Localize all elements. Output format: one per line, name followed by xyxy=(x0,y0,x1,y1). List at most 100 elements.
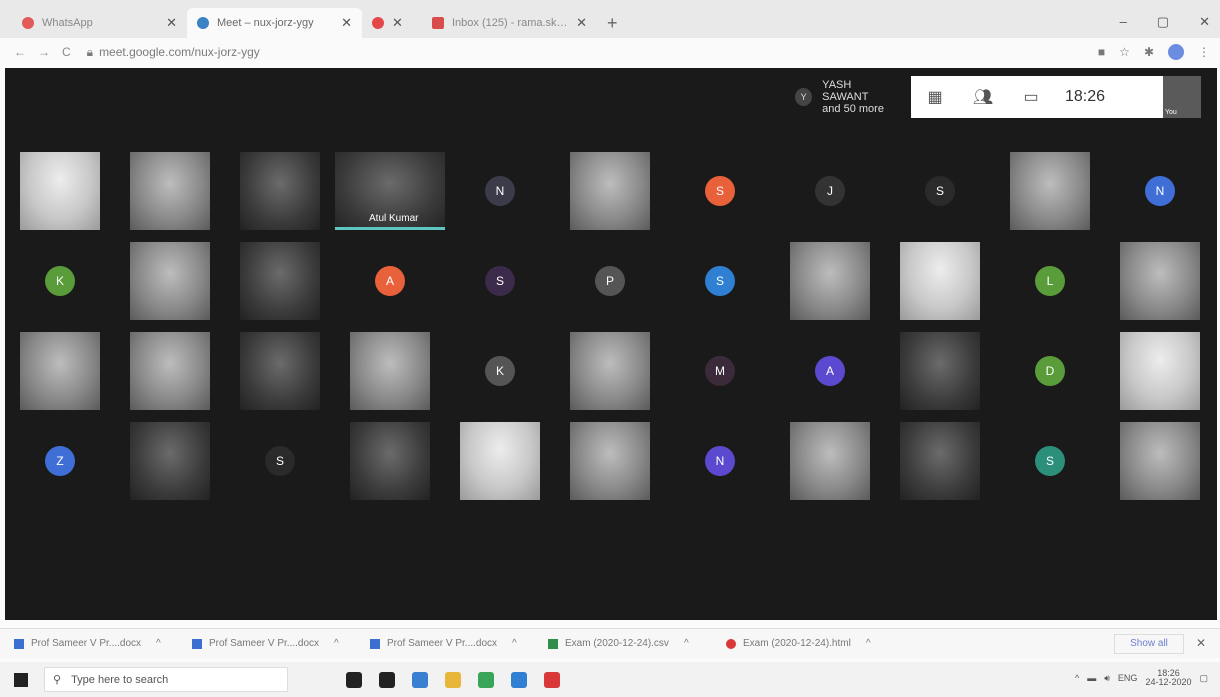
participant-video-tile[interactable] xyxy=(350,422,430,500)
menu-icon[interactable]: ⋮ xyxy=(1198,45,1210,59)
word-file-icon xyxy=(192,638,202,649)
language-indicator[interactable]: ENG xyxy=(1118,673,1138,683)
file-explorer-icon[interactable] xyxy=(445,671,461,688)
participant-video-tile[interactable]: Atul Kumar xyxy=(335,152,445,230)
new-tab-button[interactable]: + xyxy=(597,8,628,38)
windows-start-icon[interactable] xyxy=(14,672,28,687)
participant-video-tile[interactable] xyxy=(1120,422,1200,500)
participant-avatar-tile[interactable]: J xyxy=(815,176,845,206)
participant-video-tile[interactable] xyxy=(570,332,650,410)
close-icon[interactable]: ✕ xyxy=(341,15,352,31)
participant-video-tile[interactable] xyxy=(570,152,650,230)
close-shelf-button[interactable]: ✕ xyxy=(1196,636,1206,650)
store-icon[interactable] xyxy=(412,671,428,688)
download-item[interactable]: Prof Sameer V Pr....docx ^ xyxy=(370,638,548,649)
url-field[interactable]: 🔒︎ meet.google.com/nux-jorz-ygy xyxy=(87,45,260,60)
participant-video-tile[interactable] xyxy=(130,332,210,410)
chevron-up-icon[interactable]: ^ xyxy=(156,638,161,649)
self-view-tile[interactable]: You xyxy=(1163,76,1201,118)
participant-video-tile[interactable] xyxy=(130,422,210,500)
download-item[interactable]: Exam (2020-12-24).html ^ xyxy=(726,638,904,649)
tab-meet[interactable]: Meet – nux-jorz-ygy ✕ xyxy=(187,8,362,38)
participant-avatar-tile[interactable]: N xyxy=(705,446,735,476)
participant-video-tile[interactable] xyxy=(130,152,210,230)
participant-video-tile[interactable] xyxy=(1010,152,1090,230)
chevron-up-icon[interactable]: ^ xyxy=(866,638,871,649)
network-icon[interactable]: ▬ xyxy=(1087,673,1096,683)
chevron-up-icon[interactable]: ^ xyxy=(1075,673,1079,683)
participant-video-tile[interactable] xyxy=(20,152,100,230)
taskbar-search[interactable]: ⚲ Type here to search xyxy=(44,667,288,692)
participant-video-tile[interactable] xyxy=(350,332,430,410)
download-item[interactable]: Prof Sameer V Pr....docx ^ xyxy=(192,638,370,649)
participant-video-tile[interactable] xyxy=(240,242,320,320)
participant-avatar-tile[interactable]: S xyxy=(925,176,955,206)
chat-icon[interactable]: ▭ xyxy=(1007,87,1055,107)
bookmark-star-icon[interactable]: ☆ xyxy=(1119,45,1130,59)
datetime[interactable]: 18:26 24-12-2020 xyxy=(1145,669,1191,687)
tab-recording[interactable]: ✕ xyxy=(362,8,422,38)
participant-avatar-tile[interactable]: K xyxy=(45,266,75,296)
back-icon[interactable]: ← xyxy=(14,45,26,59)
camera-icon[interactable]: ■ xyxy=(1098,45,1105,59)
participant-video-tile[interactable] xyxy=(570,422,650,500)
download-item[interactable]: Prof Sameer V Pr....docx ^ xyxy=(14,638,192,649)
tab-gmail[interactable]: Inbox (125) - rama.skes@gmail.c ✕ xyxy=(422,8,597,38)
tiled-layout-icon[interactable]: ▦ xyxy=(911,87,959,107)
participant-avatar-tile[interactable]: S xyxy=(705,266,735,296)
close-icon[interactable]: ✕ xyxy=(392,15,403,31)
reload-icon[interactable]: C xyxy=(62,45,71,59)
chrome-icon[interactable] xyxy=(478,671,494,688)
participant-avatar-tile[interactable]: K xyxy=(485,356,515,386)
participant-avatar-tile[interactable]: D xyxy=(1035,356,1065,386)
chevron-up-icon[interactable]: ^ xyxy=(334,638,339,649)
close-icon[interactable]: ✕ xyxy=(166,15,177,31)
participant-video-tile[interactable] xyxy=(130,242,210,320)
extensions-icon[interactable]: ✱ xyxy=(1144,45,1154,59)
participant-video-tile[interactable] xyxy=(20,332,100,410)
close-icon[interactable]: ✕ xyxy=(576,15,587,31)
minimize-button[interactable]: – xyxy=(1120,14,1127,30)
participant-initial: A xyxy=(375,266,405,296)
volume-icon[interactable]: 🔊︎ xyxy=(1104,673,1110,684)
show-all-button[interactable]: Show all xyxy=(1114,634,1184,654)
participant-avatar-tile[interactable]: S xyxy=(485,266,515,296)
profile-avatar[interactable] xyxy=(1168,44,1184,60)
chevron-up-icon[interactable]: ^ xyxy=(512,638,517,649)
participant-video-tile[interactable] xyxy=(240,152,320,230)
participant-avatar-tile[interactable]: N xyxy=(1145,176,1175,206)
participant-video-tile[interactable] xyxy=(900,422,980,500)
chevron-up-icon[interactable]: ^ xyxy=(684,638,689,649)
download-item[interactable]: Exam (2020-12-24).csv ^ xyxy=(548,638,726,649)
tab-whatsapp[interactable]: WhatsApp ✕ xyxy=(12,8,187,38)
participant-avatar-tile[interactable]: L xyxy=(1035,266,1065,296)
participant-video-tile[interactable] xyxy=(900,332,980,410)
participant-video-tile[interactable] xyxy=(790,422,870,500)
forward-icon[interactable]: → xyxy=(38,45,50,59)
participant-avatar-tile[interactable]: A xyxy=(375,266,405,296)
outlook-icon[interactable] xyxy=(511,671,527,688)
participant-avatar-tile[interactable]: N xyxy=(485,176,515,206)
participant-video-tile[interactable] xyxy=(1120,242,1200,320)
participant-avatar-tile[interactable]: M xyxy=(705,356,735,386)
cortana-icon[interactable] xyxy=(346,671,362,688)
participant-avatar-tile[interactable]: S xyxy=(265,446,295,476)
task-view-icon[interactable] xyxy=(379,671,395,688)
notifications-icon[interactable]: ▢ xyxy=(1199,673,1208,684)
participants-icon[interactable]: 👥︎ xyxy=(959,87,1007,107)
opera-icon[interactable] xyxy=(544,671,560,688)
windows-taskbar: ⚲ Type here to search ^ ▬ 🔊︎ ENG 18:26 2… xyxy=(0,662,1220,697)
participant-avatar-tile[interactable]: Z xyxy=(45,446,75,476)
participant-avatar-tile[interactable]: P xyxy=(595,266,625,296)
maximize-button[interactable]: ▢ xyxy=(1157,14,1169,30)
presenter-avatar: Y xyxy=(795,88,813,106)
participant-avatar-tile[interactable]: A xyxy=(815,356,845,386)
participant-video-tile[interactable] xyxy=(1120,332,1200,410)
participant-video-tile[interactable] xyxy=(460,422,540,500)
participant-video-tile[interactable] xyxy=(240,332,320,410)
participant-avatar-tile[interactable]: S xyxy=(705,176,735,206)
participant-avatar-tile[interactable]: S xyxy=(1035,446,1065,476)
participant-video-tile[interactable] xyxy=(900,242,980,320)
participant-video-tile[interactable] xyxy=(790,242,870,320)
close-window-button[interactable]: ✕ xyxy=(1199,14,1210,30)
